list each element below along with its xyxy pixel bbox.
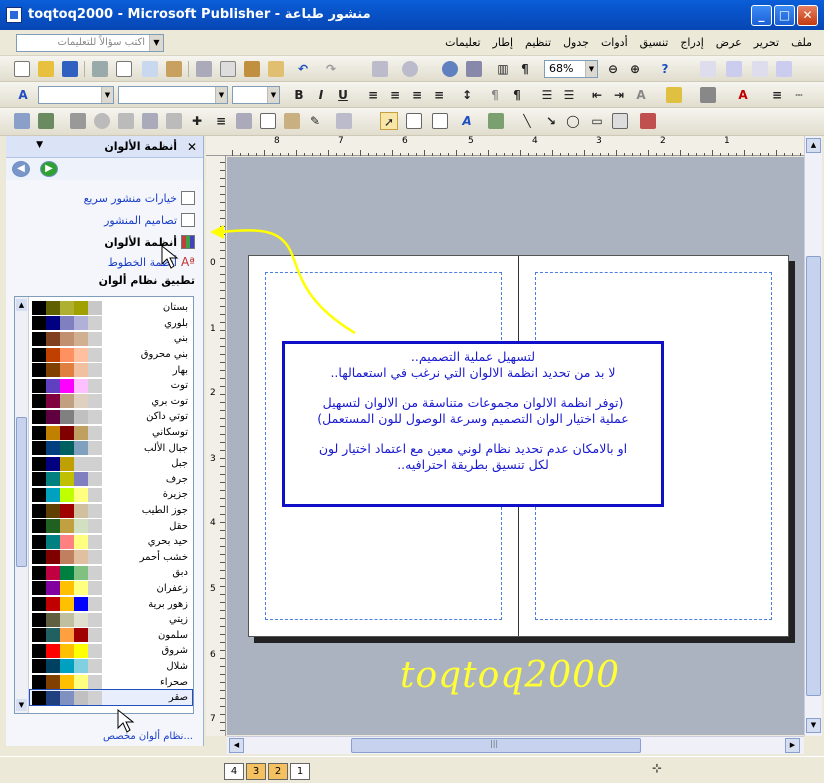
scroll-right-icon[interactable]: ▶ — [785, 738, 800, 753]
page-button[interactable]: 2 — [268, 763, 288, 780]
page-button[interactable]: 4 — [224, 763, 244, 780]
annotation-arrow — [210, 225, 356, 335]
page-button[interactable]: 1 — [290, 763, 310, 780]
scrollbar-thumb[interactable] — [351, 738, 641, 753]
scroll-left-icon[interactable]: ◀ — [229, 738, 244, 753]
status-bar: 4 3 2 1 ⊹ — [0, 756, 824, 783]
page-button[interactable]: 3 — [246, 763, 266, 780]
vertical-scrollbar[interactable]: ▲ ▼ — [804, 136, 822, 736]
cursor-icon — [161, 244, 179, 269]
scroll-down-icon[interactable]: ▼ — [806, 718, 821, 733]
object-position-icon: ⊹ — [652, 761, 663, 775]
scroll-up-icon[interactable]: ▲ — [806, 138, 821, 153]
cursor-icon — [117, 708, 135, 733]
horizontal-scrollbar[interactable]: ◀ ▶ — [227, 736, 804, 754]
scrollbar-thumb[interactable] — [806, 256, 821, 696]
